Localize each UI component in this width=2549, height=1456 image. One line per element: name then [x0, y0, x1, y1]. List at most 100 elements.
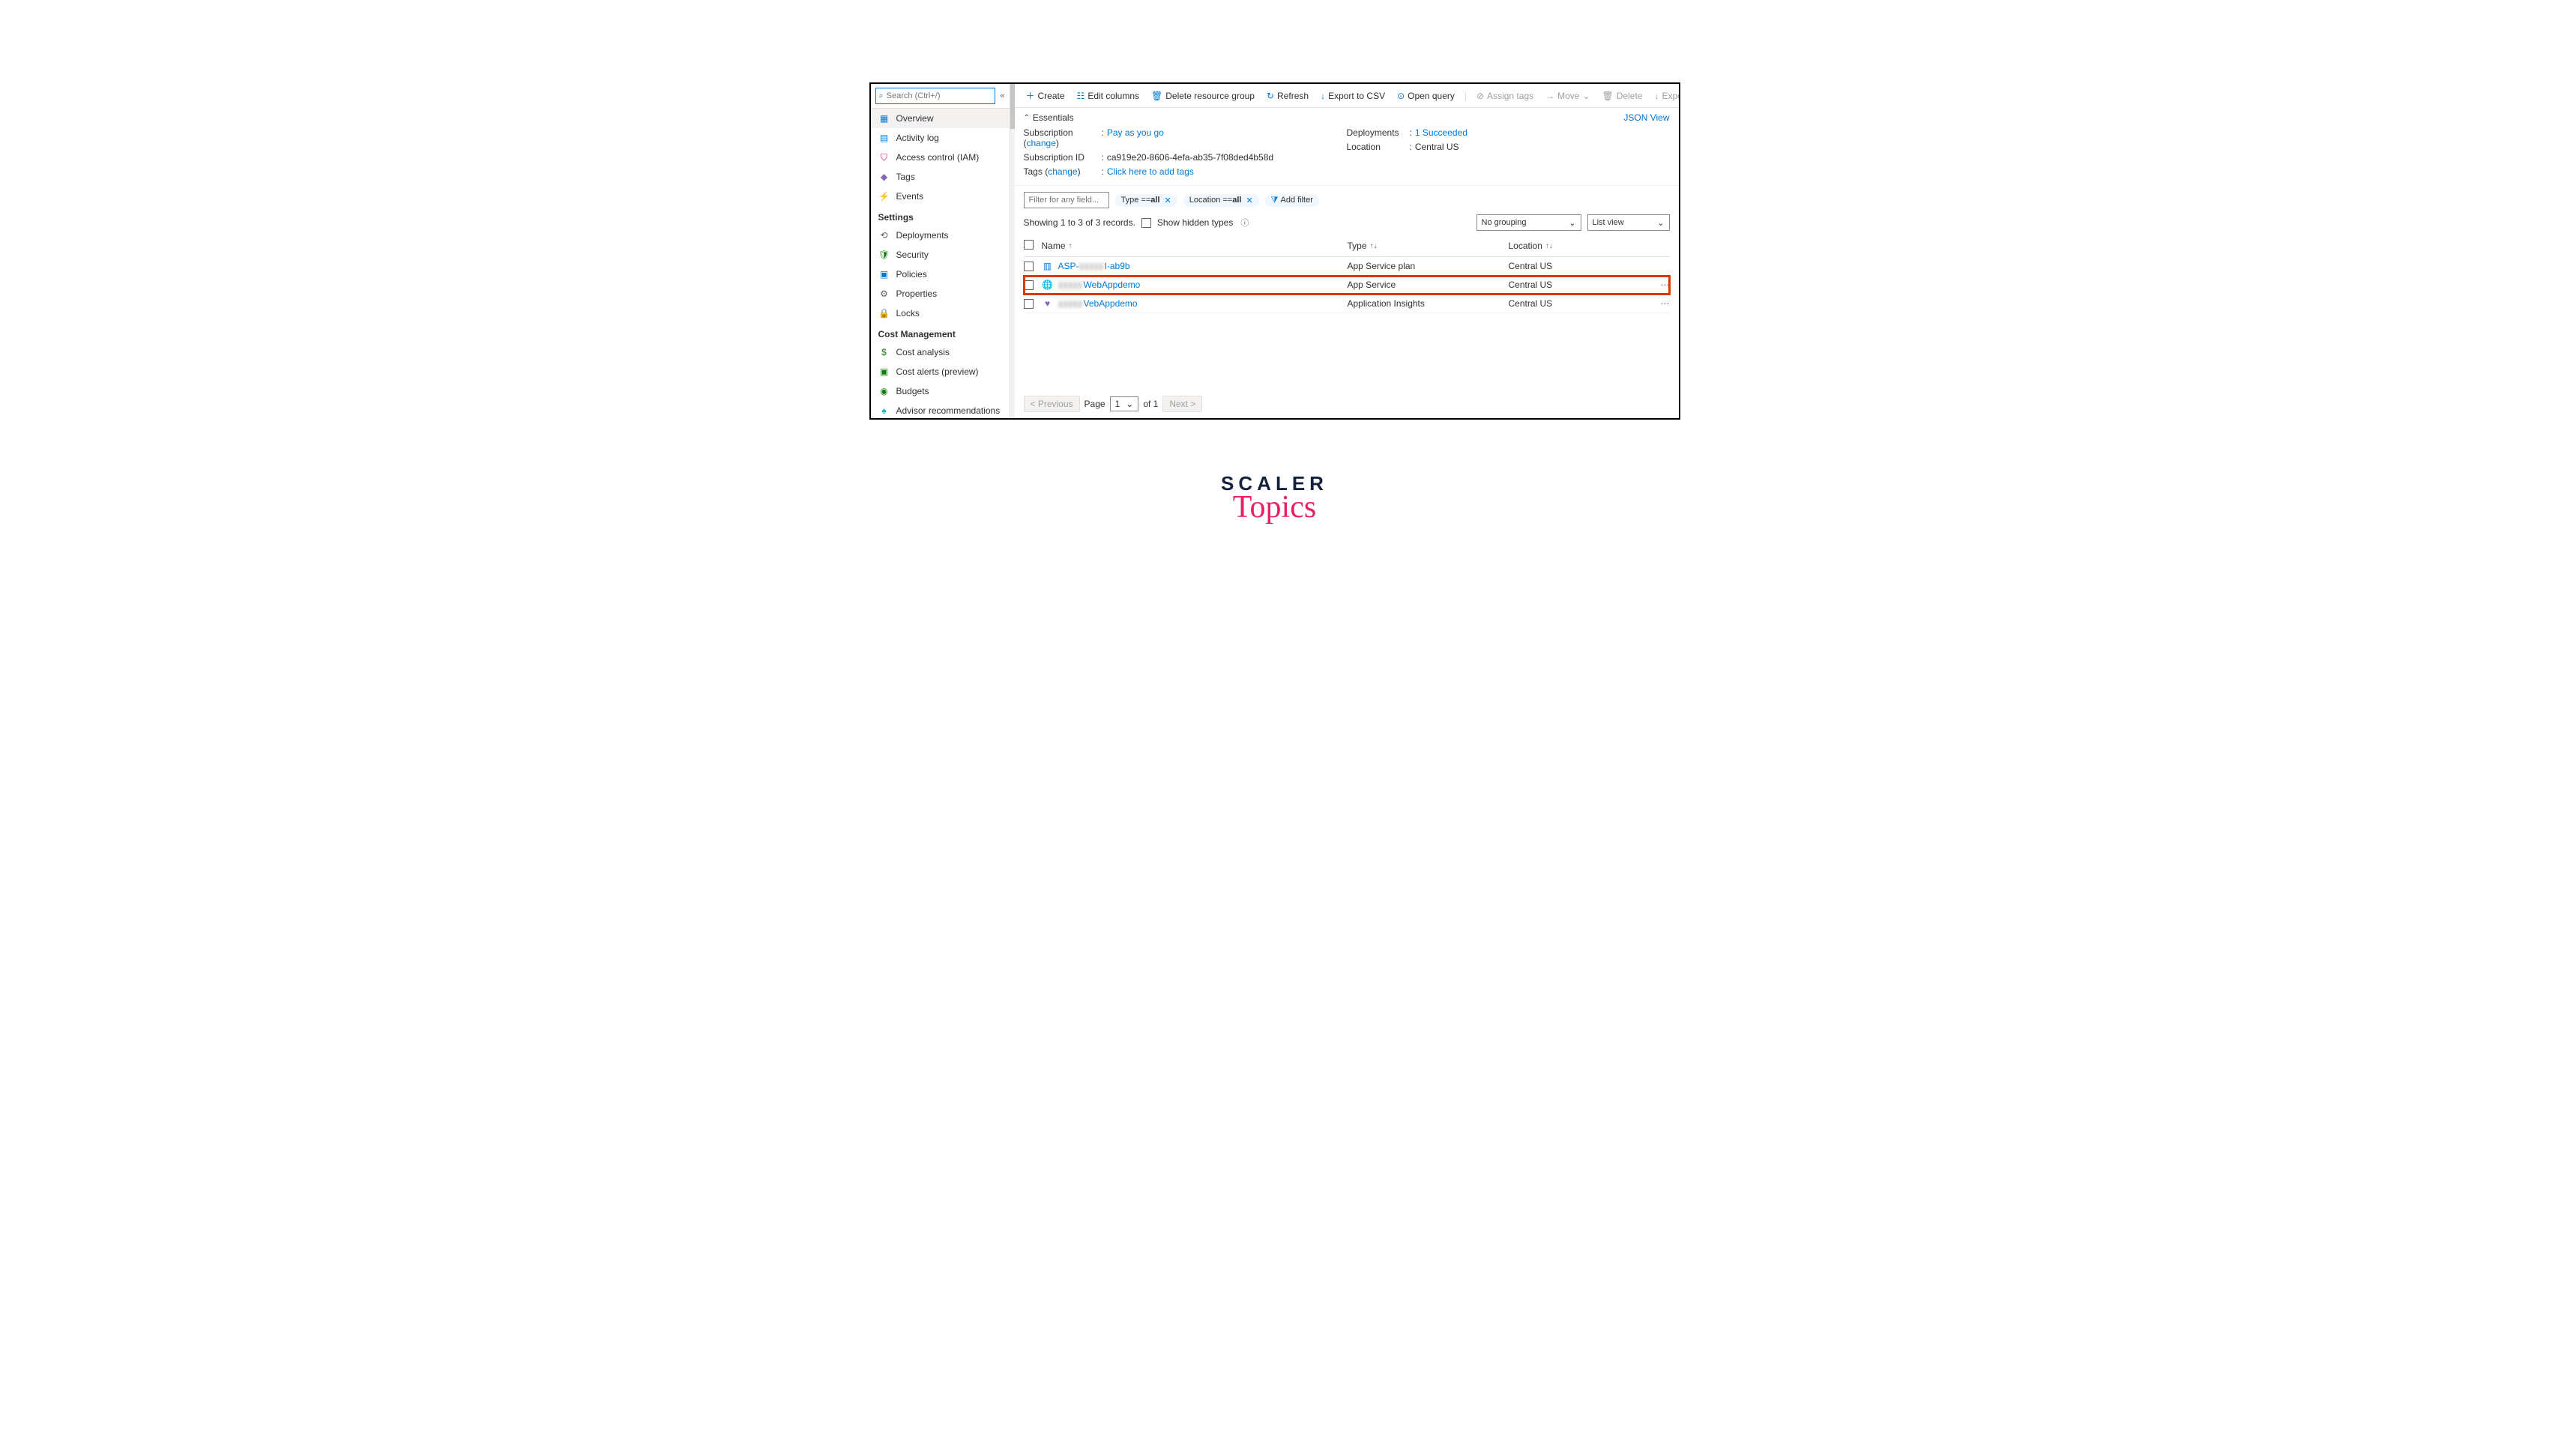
nav-tags[interactable]: ◆ Tags [871, 167, 1010, 187]
nav-budgets[interactable]: ◉ Budgets [871, 381, 1010, 401]
nav-deployments[interactable]: ⟲ Deployments [871, 226, 1010, 245]
json-view-link[interactable]: JSON View [1623, 112, 1669, 123]
watermark: SCALER Topics [1221, 472, 1328, 525]
nav-advisor[interactable]: ♠ Advisor recommendations [871, 401, 1010, 418]
records-count: Showing 1 to 3 of 3 records. [1024, 217, 1135, 228]
grouping-dropdown[interactable]: No grouping ⌄ [1476, 214, 1581, 231]
properties-icon: ⚙ [878, 288, 890, 300]
tags-icon: ◆ [878, 171, 890, 183]
nav-activity-log[interactable]: ▤ Activity log [871, 128, 1010, 148]
budgets-icon: ◉ [878, 385, 890, 397]
resource-link[interactable]: ▮▮▮▮▮VebAppdemo [1058, 298, 1138, 309]
view-dropdown[interactable]: List view ⌄ [1587, 214, 1670, 231]
export-template-button[interactable]: ↓Export template [1649, 88, 1678, 103]
insights-icon: ♥ [1042, 297, 1054, 309]
download-icon: ↓ [1654, 91, 1659, 101]
prev-page-button[interactable]: < Previous [1024, 396, 1080, 412]
open-query-button[interactable]: ⊙Open query [1392, 88, 1460, 103]
subscription-change-link[interactable]: change [1027, 138, 1056, 148]
chevron-up-icon: ⌃ [1024, 114, 1030, 122]
deployments-link[interactable]: 1 Succeeded [1415, 127, 1467, 138]
resource-link[interactable]: ▮▮▮▮▮WebAppdemo [1058, 280, 1141, 290]
nav-label: Budgets [896, 386, 929, 396]
plus-icon: ＋ [1026, 89, 1035, 102]
main-panel: ＋Create ☷Edit columns 🗑Delete resource g… [1015, 84, 1679, 418]
table-row[interactable]: ♥ ▮▮▮▮▮VebAppdemo Application Insights C… [1024, 294, 1670, 313]
cost-analysis-icon: $ [878, 346, 890, 358]
column-header-location[interactable]: Location↑↓ [1509, 240, 1670, 252]
chevron-down-icon: ⌄ [1569, 218, 1575, 228]
essentials-toggle[interactable]: ⌃ Essentials [1024, 112, 1074, 123]
location-value: Central US [1415, 142, 1459, 152]
row-checkbox[interactable] [1024, 299, 1034, 309]
locks-icon: 🔒 [878, 307, 890, 319]
delete-button[interactable]: 🗑Delete [1597, 88, 1648, 103]
policies-icon: ▣ [878, 268, 890, 280]
nav-overview[interactable]: ▦ Overview [871, 109, 1010, 128]
info-icon[interactable]: ⓘ [1240, 217, 1249, 229]
row-checkbox[interactable] [1024, 280, 1034, 290]
nav-access-control[interactable]: ⛉ Access control (IAM) [871, 148, 1010, 167]
delete-rg-button[interactable]: 🗑Delete resource group [1146, 88, 1260, 103]
row-more-button[interactable]: ⋯ [1655, 298, 1670, 309]
section-cost-management: Cost Management [871, 323, 1010, 342]
row-more-button[interactable]: ⋯ [1655, 280, 1670, 290]
filter-input[interactable] [1024, 192, 1109, 208]
assign-tags-button[interactable]: ⊘Assign tags [1471, 88, 1539, 103]
filter-icon: ⧩ [1271, 196, 1279, 205]
refresh-button[interactable]: ↻Refresh [1261, 88, 1314, 103]
row-checkbox[interactable] [1024, 262, 1034, 271]
nav-locks[interactable]: 🔒 Locks [871, 303, 1010, 323]
chevron-down-icon: ⌄ [1657, 218, 1664, 228]
nav-cost-analysis[interactable]: $ Cost analysis [871, 342, 1010, 362]
filter-pill-type[interactable]: Type == all ✕ [1115, 194, 1177, 207]
page-select[interactable]: 1 ⌄ [1110, 396, 1139, 411]
nav-label: Cost alerts (preview) [896, 366, 979, 377]
tags-change-link[interactable]: change [1048, 166, 1077, 177]
table-row[interactable]: 🌐 ▮▮▮▮▮WebAppdemo App Service Central US… [1024, 276, 1670, 294]
tag-icon: ⊘ [1476, 91, 1484, 101]
resources-table: Name↑ Type↑↓ Location↑↓ ▥ ASP-▮▮▮▮▮I-ab9… [1015, 235, 1679, 390]
nav-label: Policies [896, 269, 927, 280]
nav-properties[interactable]: ⚙ Properties [871, 284, 1010, 303]
pager: < Previous Page 1 ⌄ of 1 Next > [1015, 390, 1679, 418]
select-all-checkbox[interactable] [1024, 240, 1034, 250]
sidebar-scrollbar[interactable] [1010, 84, 1015, 418]
table-row[interactable]: ▥ ASP-▮▮▮▮▮I-ab9b App Service plan Centr… [1024, 257, 1670, 276]
download-icon: ↓ [1321, 91, 1325, 101]
close-icon[interactable]: ✕ [1165, 196, 1171, 205]
nav-events[interactable]: ⚡ Events [871, 187, 1010, 206]
column-header-type[interactable]: Type↑↓ [1348, 240, 1509, 252]
resource-link[interactable]: ASP-▮▮▮▮▮I-ab9b [1058, 261, 1130, 271]
nav-policies[interactable]: ▣ Policies [871, 265, 1010, 284]
records-row: Showing 1 to 3 of 3 records. Show hidden… [1015, 214, 1679, 235]
show-hidden-checkbox[interactable] [1141, 218, 1151, 228]
columns-icon: ☷ [1077, 91, 1085, 101]
create-button[interactable]: ＋Create [1021, 87, 1070, 104]
close-icon[interactable]: ✕ [1246, 196, 1252, 205]
next-page-button[interactable]: Next > [1162, 396, 1202, 412]
nav-label: Activity log [896, 133, 939, 143]
edit-columns-button[interactable]: ☷Edit columns [1072, 88, 1144, 103]
export-csv-button[interactable]: ↓Export to CSV [1315, 88, 1390, 103]
nav-cost-alerts[interactable]: ▣ Cost alerts (preview) [871, 362, 1010, 381]
sort-icon: ↑↓ [1545, 242, 1553, 250]
nav-label: Advisor recommendations [896, 405, 1001, 416]
sidebar-search[interactable]: ⌕ [875, 88, 996, 104]
subscription-link[interactable]: Pay as you go [1107, 127, 1164, 148]
nav-security[interactable]: 🛡 Security [871, 245, 1010, 265]
chevron-down-icon: ⌄ [1126, 399, 1133, 409]
sort-up-icon: ↑ [1069, 242, 1073, 250]
search-input[interactable] [887, 91, 992, 100]
nav-label: Events [896, 191, 924, 202]
filter-pill-location[interactable]: Location == all ✕ [1183, 194, 1259, 207]
security-icon: 🛡 [878, 249, 890, 261]
add-tags-link[interactable]: Click here to add tags [1107, 166, 1194, 177]
collapse-sidebar-button[interactable]: « [1000, 91, 1004, 100]
add-filter-button[interactable]: ⧩ Add filter [1265, 194, 1319, 207]
refresh-icon: ↻ [1267, 91, 1274, 101]
move-button[interactable]: →Move⌄ [1540, 88, 1595, 103]
toolbar: ＋Create ☷Edit columns 🗑Delete resource g… [1015, 84, 1679, 108]
column-header-name[interactable]: Name↑ [1042, 240, 1348, 252]
trash-icon: 🗑 [1602, 91, 1614, 101]
